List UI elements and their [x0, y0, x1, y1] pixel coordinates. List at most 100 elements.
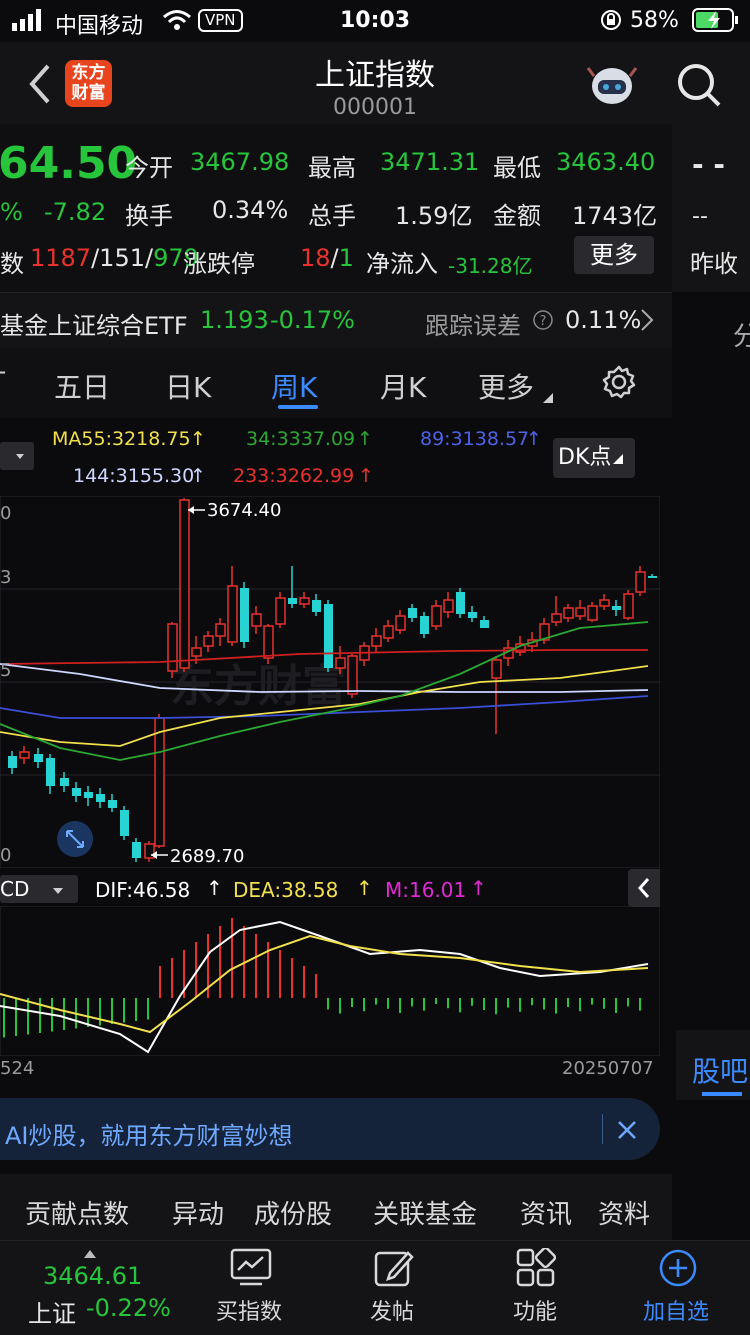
help-icon[interactable]: ?: [532, 309, 554, 335]
dea-line: [0, 934, 649, 1034]
battery-icon: [692, 8, 740, 38]
dif-label: DIF:46.58: [95, 878, 191, 902]
y-axis-bottom: 0: [0, 845, 12, 866]
netflow-label: 净流入: [366, 250, 438, 278]
ma144-arrow: ↑: [190, 465, 206, 487]
candle: [587, 605, 598, 621]
kline-chart: 东方财富 3674.40 2689.70: [0, 496, 660, 868]
indicator-dropdown[interactable]: CD: [0, 875, 78, 903]
y-axis-top: 0: [0, 503, 12, 524]
tab-partial[interactable]: ˉ: [0, 366, 8, 399]
prev-close-label: 昨收: [690, 250, 738, 278]
netflow-value: -31.28亿: [448, 254, 533, 278]
ma233-label: 233:3262.99: [233, 465, 355, 487]
tab-daily-k[interactable]: 日K: [165, 366, 211, 406]
candle: [395, 615, 406, 631]
chevron-right-icon[interactable]: [640, 308, 654, 336]
high-value: 3471.31: [380, 148, 480, 176]
dea-label: DEA:38.58: [233, 878, 339, 902]
collapse-panel-button[interactable]: [628, 869, 660, 907]
add-favorite-label[interactable]: 加自选: [643, 1294, 709, 1326]
dk-points-button[interactable]: DK点: [553, 438, 635, 478]
candle: [480, 620, 489, 628]
candle: [335, 657, 346, 669]
banner-divider: [602, 1114, 603, 1144]
dif-line: [0, 920, 649, 1054]
gear-icon[interactable]: [601, 364, 637, 404]
right-side-panel: [672, 292, 750, 1032]
candle: [215, 623, 226, 637]
tab-five-day[interactable]: 五日: [54, 366, 110, 406]
candle: [84, 792, 93, 798]
current-price: 64.50: [0, 138, 138, 189]
open-label: 今开: [125, 154, 173, 182]
function-label[interactable]: 功能: [513, 1294, 557, 1326]
tracking-value: 0.11%: [565, 306, 642, 334]
toolbar-index-name[interactable]: 上证: [28, 1294, 76, 1329]
dea-arrow: ↑: [356, 876, 373, 900]
candle: [154, 717, 165, 847]
candle: [72, 788, 81, 796]
turnover-value: 0.34%: [212, 196, 289, 224]
candle: [288, 598, 297, 604]
volume-label: 总手: [308, 202, 356, 230]
ma-dropdown[interactable]: [0, 442, 34, 470]
dif-arrow: ↑: [206, 876, 223, 900]
battery-label: 58%: [630, 8, 679, 33]
caret-up-icon[interactable]: [84, 1243, 96, 1262]
breadth-counts: 1187/151/979: [30, 244, 199, 272]
buy-index-label[interactable]: 买指数: [216, 1294, 282, 1326]
fund-prefix: 基金: [0, 312, 48, 340]
date-right: 20250707: [562, 1058, 654, 1079]
add-favorite-icon[interactable]: [658, 1248, 698, 1292]
toolbar-index-price[interactable]: 3464.61: [43, 1262, 142, 1290]
tab-contribution[interactable]: 贡献点数: [25, 1194, 129, 1231]
candle: [60, 778, 69, 786]
high-marker: [188, 506, 205, 514]
fund-change: -0.17%: [270, 306, 355, 334]
candle: [648, 576, 657, 578]
search-icon[interactable]: [676, 62, 722, 112]
ma89-arrow: ↑: [526, 428, 542, 450]
robot-assistant-icon[interactable]: [586, 60, 638, 114]
status-bar: 中国移动 VPN 10:03 58%: [0, 0, 750, 42]
candle: [251, 613, 262, 627]
close-icon[interactable]: [617, 1120, 637, 1144]
guba-label[interactable]: 股吧: [692, 1050, 748, 1090]
candle: [456, 592, 465, 614]
candle: [96, 794, 105, 802]
candle: [8, 756, 17, 768]
ma144-label: 144:3155.30: [73, 465, 195, 487]
tab-movement[interactable]: 异动: [172, 1194, 224, 1231]
turnover-label: 换手: [125, 202, 173, 230]
more-quote-button[interactable]: 更多: [574, 236, 654, 274]
ai-banner-text[interactable]: AI炒股，就用东方财富妙想: [5, 1116, 293, 1151]
tab-more[interactable]: 更多: [478, 366, 534, 406]
clock: 10:03: [340, 8, 411, 33]
tab-weekly-k[interactable]: 周K: [271, 366, 317, 406]
buy-index-icon[interactable]: [230, 1248, 272, 1292]
post-label[interactable]: 发帖: [370, 1294, 414, 1326]
candle: [34, 754, 43, 762]
tab-news[interactable]: 资讯: [520, 1194, 572, 1231]
candle: [179, 499, 190, 669]
svg-text:?: ?: [540, 314, 547, 329]
tab-profile[interactable]: 资料: [598, 1194, 650, 1231]
tab-monthly-k[interactable]: 月K: [380, 366, 426, 406]
candle: [491, 659, 502, 679]
limit-counts: 18/1: [300, 244, 354, 272]
y-axis-mid: 3: [0, 567, 12, 588]
function-icon[interactable]: [516, 1246, 557, 1292]
candle: [132, 842, 141, 858]
m-label: M:16.01: [385, 878, 467, 902]
ma34-label: 34:3337.09: [246, 428, 356, 450]
tab-related-funds[interactable]: 关联基金: [373, 1194, 477, 1231]
toolbar-index-change[interactable]: -0.22%: [86, 1294, 171, 1322]
tab-constituents[interactable]: 成份股: [254, 1194, 332, 1231]
post-icon[interactable]: [374, 1247, 416, 1293]
candle: [108, 800, 117, 808]
candle: [371, 635, 382, 647]
breadth-label: 数: [0, 250, 24, 278]
right-dash: - -: [692, 148, 725, 181]
candle: [575, 607, 586, 617]
